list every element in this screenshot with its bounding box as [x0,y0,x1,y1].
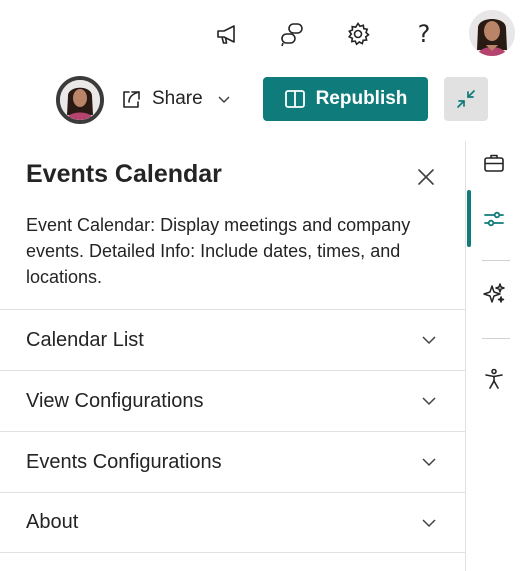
chevron-down-icon [420,331,438,349]
book-open-icon [284,90,305,108]
section-view-configurations[interactable]: View Configurations [0,370,466,431]
gear-icon[interactable] [342,18,374,50]
chevron-down-icon[interactable] [217,92,231,106]
collapse-arrows-icon [457,90,475,108]
section-calendar-list[interactable]: Calendar List [0,309,466,370]
sparkle-icon[interactable] [466,272,521,316]
section-label: View Configurations [26,389,204,412]
chevron-down-icon [420,453,438,471]
share-label: Share [152,88,203,109]
section-about[interactable]: About [0,492,466,553]
help-glyph: ? [417,20,431,48]
side-rail [465,141,521,571]
republish-label: Republish [315,88,408,109]
collapse-panel-button[interactable] [444,77,488,121]
rail-divider [482,260,510,261]
author-avatar[interactable] [56,76,104,124]
chat-bubbles-icon[interactable] [276,18,308,50]
property-pane: Events Calendar Event Calendar: Display … [0,141,466,571]
section-events-configurations[interactable]: Events Configurations [0,431,466,492]
chevron-down-icon [420,392,438,410]
share-icon [123,91,140,108]
suite-header: ? [0,0,521,66]
help-icon[interactable]: ? [408,18,440,50]
accessibility-icon[interactable] [466,357,521,401]
section-label: About [26,511,79,533]
panel-title: Events Calendar [26,160,222,188]
section-label: Calendar List [26,328,144,351]
rail-divider [482,338,510,339]
close-icon [418,169,434,185]
user-avatar[interactable] [469,10,515,56]
share-button[interactable]: Share [120,84,231,114]
settings-accordion: Calendar List View Configurations Events… [0,309,466,553]
megaphone-icon[interactable] [211,18,243,50]
close-button[interactable] [412,163,440,191]
page-action-bar: Share Republish [0,70,521,128]
panel-description: Event Calendar: Display meetings and com… [26,215,411,287]
section-label: Events Configurations [26,450,222,473]
republish-button[interactable]: Republish [263,77,428,121]
briefcase-icon[interactable] [466,141,521,185]
sliders-icon[interactable] [466,197,521,241]
chevron-down-icon [420,514,438,532]
